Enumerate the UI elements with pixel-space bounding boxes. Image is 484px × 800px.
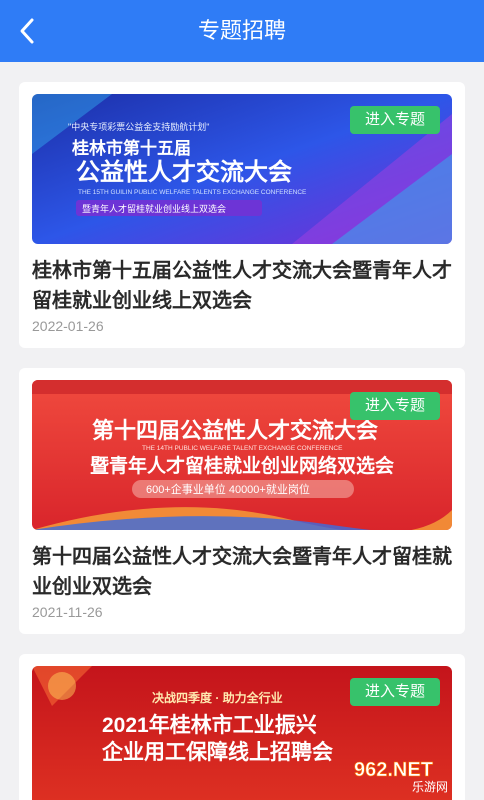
enter-topic-button[interactable]: 进入专题	[350, 678, 440, 706]
banner-line2: 企业用工保障线上招聘会	[101, 740, 333, 764]
banner-line2: 公益性人才交流大会	[76, 158, 292, 186]
topic-banner-image: "中央专项彩票公益金支持励航计划" 桂林市第十五届 公益性人才交流大会 THE …	[32, 94, 452, 244]
banner-top-text: "中央专项彩票公益金支持励航计划"	[68, 121, 209, 132]
topic-card[interactable]: "中央专项彩票公益金支持励航计划" 桂林市第十五届 公益性人才交流大会 THE …	[19, 82, 465, 348]
watermark-brand: 962.NET	[354, 759, 433, 781]
banner-line1: 2021年桂林市工业振兴	[102, 713, 317, 737]
banner-line1: 第十四届公益性人才交流大会	[92, 418, 378, 443]
banner-line1: 桂林市第十五届	[71, 138, 191, 158]
topic-banner-image: 第十四届公益性人才交流大会 THE 14TH PUBLIC WELFARE TA…	[32, 380, 452, 530]
banner-sub: 暨青年人才留桂就业创业线上双选会	[82, 203, 226, 214]
topic-title: 第十四届公益性人才交流大会暨青年人才留桂就业创业双选会	[32, 546, 452, 598]
banner-english: THE 15TH GUILIN PUBLIC WELFARE TALENTS E…	[78, 189, 307, 196]
topic-card[interactable]: 第十四届公益性人才交流大会 THE 14TH PUBLIC WELFARE TA…	[19, 368, 465, 634]
page-title: 专题招聘	[197, 18, 286, 43]
site-watermark: 962.NET 乐游网	[350, 754, 478, 794]
topic-title: 桂林市第十五届公益性人才交流大会暨青年人才留桂就业创业线上双选会	[32, 260, 452, 312]
topic-date: 2021-11-26	[32, 604, 103, 620]
banner-english: THE 14TH PUBLIC WELFARE TALENT EXCHANGE …	[142, 445, 343, 452]
top-nav-bar: 专题招聘	[0, 0, 484, 62]
banner-slogan: 决战四季度 · 助力全行业	[152, 690, 283, 705]
topic-list[interactable]: "中央专项彩票公益金支持励航计划" 桂林市第十五届 公益性人才交流大会 THE …	[0, 62, 484, 800]
enter-topic-button[interactable]: 进入专题	[350, 106, 440, 134]
banner-line2: 暨青年人才留桂就业创业网络双选会	[90, 454, 394, 477]
enter-topic-button[interactable]: 进入专题	[350, 392, 440, 420]
topic-date: 2022-01-26	[32, 318, 104, 334]
watermark-sub: 乐游网	[412, 780, 448, 794]
banner-stats: 600+企事业单位 40000+就业岗位	[146, 482, 310, 496]
